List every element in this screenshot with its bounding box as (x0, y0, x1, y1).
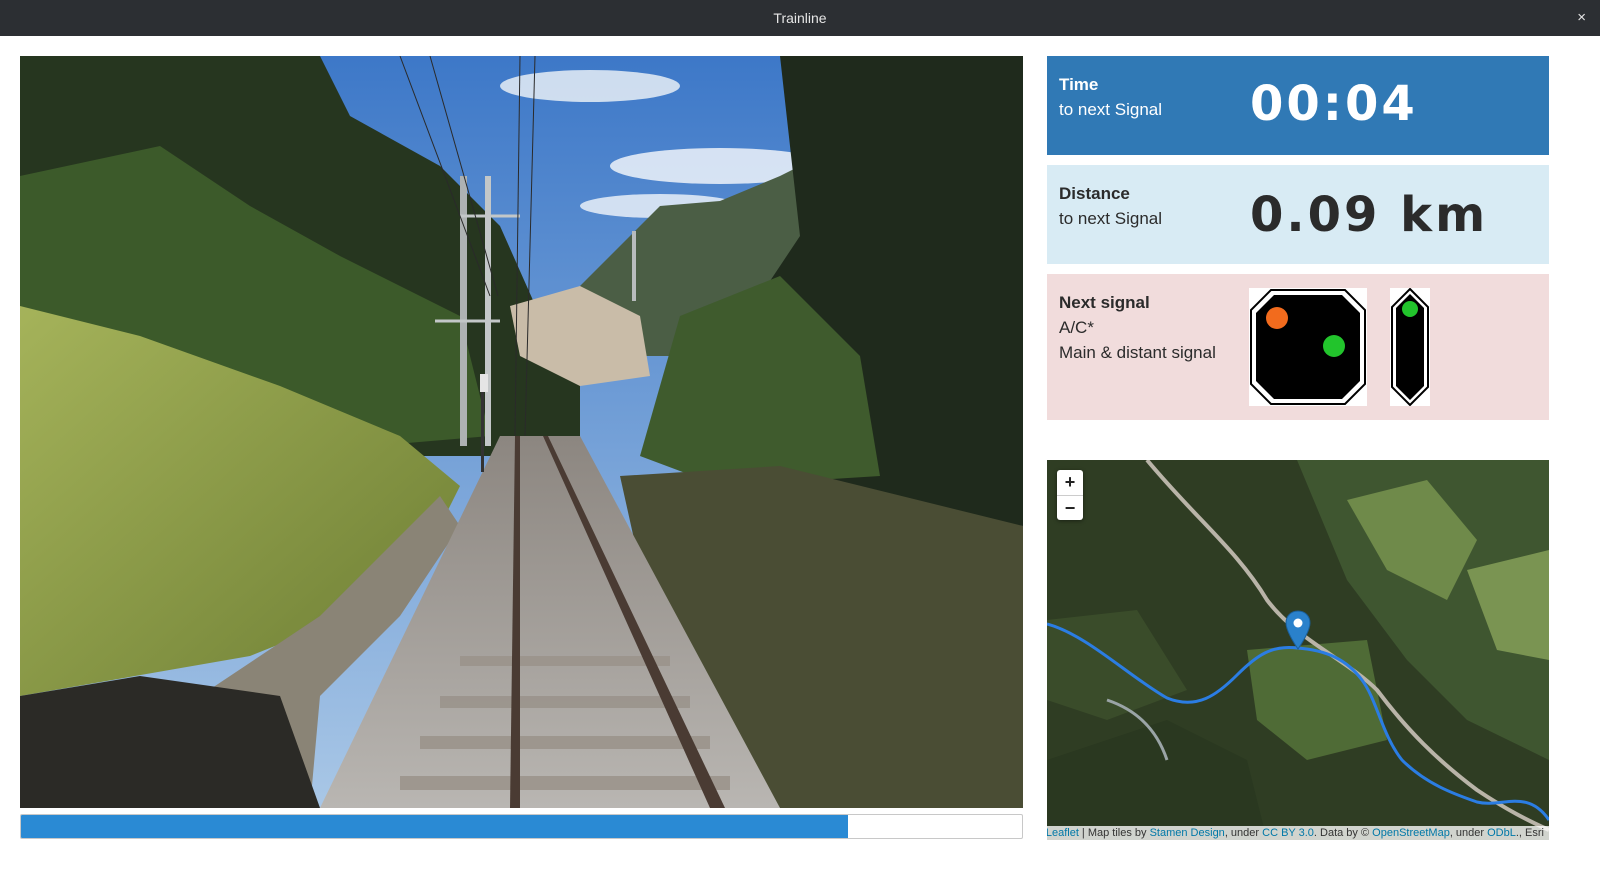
zoom-control: + − (1057, 470, 1083, 520)
signal-title: Next signal (1059, 293, 1150, 312)
zoom-in-button[interactable]: + (1057, 470, 1083, 495)
signal-panel: Next signal A/C* Main & distant signal (1047, 274, 1549, 420)
distant-signal-icon (1390, 288, 1430, 406)
time-value: 00:04 (1250, 76, 1418, 132)
video-view[interactable] (20, 56, 1023, 808)
osm-link[interactable]: OpenStreetMap (1372, 827, 1450, 839)
map-view[interactable]: + − Leaflet | Map tiles by Stamen Design… (1047, 460, 1549, 840)
signal-green-lamp (1323, 335, 1345, 357)
stamen-link[interactable]: Stamen Design (1150, 827, 1225, 839)
ccby-link[interactable]: CC BY 3.0 (1262, 827, 1314, 839)
time-subtitle: to next Signal (1059, 100, 1163, 119)
signal-orange-lamp (1266, 307, 1288, 329)
title-bar: Trainline × (0, 0, 1600, 36)
distance-value: 0.09 km (1250, 187, 1489, 243)
distant-green-lamp (1402, 301, 1418, 317)
window-title: Trainline (773, 10, 827, 26)
zoom-out-button[interactable]: − (1057, 495, 1083, 520)
satellite-map-image (1047, 460, 1549, 840)
signal-type: Main & distant signal (1059, 343, 1216, 362)
leaflet-link[interactable]: Leaflet (1047, 827, 1079, 839)
progress-fill (21, 815, 848, 838)
odbl-link[interactable]: ODbL (1487, 827, 1516, 839)
main-signal-icon (1249, 288, 1367, 406)
railway-scene-image (20, 56, 1023, 808)
signal-code: A/C* (1059, 318, 1094, 337)
time-panel: Time to next Signal 00:04 (1047, 56, 1549, 155)
close-icon[interactable]: × (1577, 9, 1586, 27)
map-attribution: Leaflet | Map tiles by Stamen Design, un… (1047, 826, 1549, 840)
distance-panel: Distance to next Signal 0.09 km (1047, 165, 1549, 264)
time-title: Time (1059, 75, 1099, 94)
playback-progress-bar[interactable] (20, 814, 1023, 839)
location-marker-icon[interactable] (1285, 610, 1311, 650)
distance-subtitle: to next Signal (1059, 209, 1163, 228)
distance-title: Distance (1059, 184, 1130, 203)
